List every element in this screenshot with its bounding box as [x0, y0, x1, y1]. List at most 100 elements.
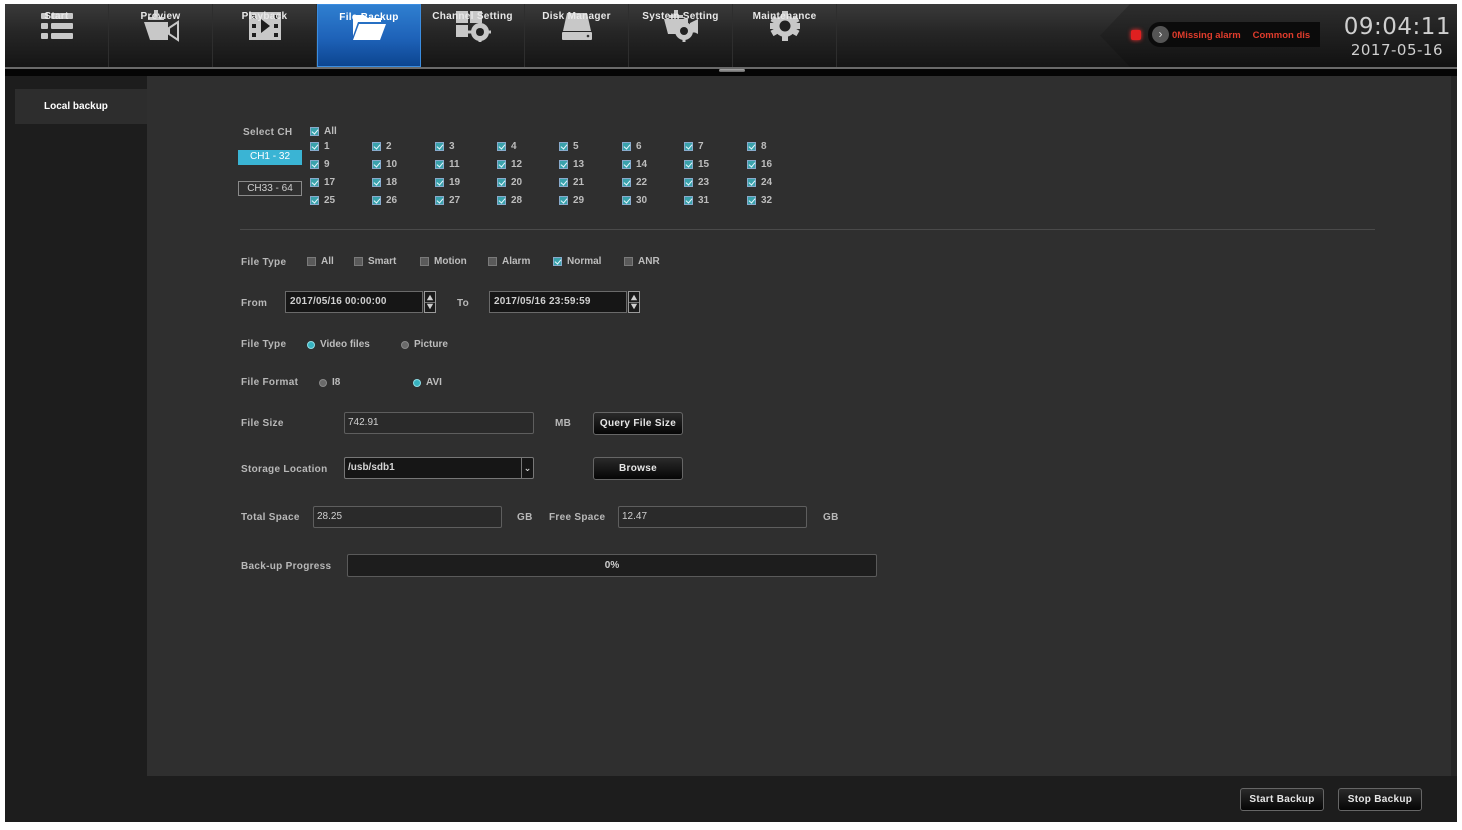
to-label: To: [457, 298, 470, 309]
total-space-label: Total Space: [241, 512, 300, 523]
channel-checkbox[interactable]: 24: [747, 177, 772, 188]
channel-checkbox[interactable]: 25: [310, 195, 335, 206]
start-backup-button[interactable]: Start Backup: [1240, 788, 1324, 811]
channel-checkbox[interactable]: 28: [497, 195, 522, 206]
radio-unselected-icon: [401, 340, 409, 349]
radio-unselected-icon: [319, 378, 327, 387]
chevron-right-icon[interactable]: ›: [1152, 26, 1169, 43]
arrow-down-icon[interactable]: [426, 303, 434, 310]
checkbox-checked-icon: [372, 160, 381, 169]
tab-ch33-64[interactable]: CH33 - 64: [238, 181, 302, 196]
chevron-down-icon[interactable]: ⌄: [521, 458, 533, 478]
checkbox-label: 25: [324, 195, 336, 206]
to-datetime-stepper[interactable]: [628, 291, 640, 313]
storage-location-select[interactable]: /usb/sdb1 ⌄: [344, 457, 534, 479]
checkbox-checked-icon: [310, 142, 319, 151]
channel-checkbox[interactable]: 4: [497, 141, 517, 152]
radio-video-files[interactable]: Video files: [307, 339, 370, 350]
clock-time: 09:04:11: [1343, 14, 1451, 40]
nav-preview[interactable]: Preview: [109, 4, 213, 67]
arrow-up-icon[interactable]: [426, 294, 434, 301]
channel-checkbox[interactable]: 18: [372, 177, 397, 188]
checkbox-checked-icon: [747, 178, 756, 187]
channel-checkbox[interactable]: 6: [622, 141, 642, 152]
channel-checkbox[interactable]: 17: [310, 177, 335, 188]
channel-checkbox[interactable]: 23: [684, 177, 709, 188]
channel-checkbox[interactable]: 31: [684, 195, 709, 206]
channel-checkbox[interactable]: 1: [310, 141, 330, 152]
channel-checkbox[interactable]: 16: [747, 159, 772, 170]
channel-checkbox[interactable]: 19: [435, 177, 460, 188]
channel-checkbox[interactable]: 30: [622, 195, 647, 206]
checkbox-label: 27: [449, 195, 461, 206]
nav-label: System Setting: [642, 11, 719, 22]
nav-label: Channel Setting: [432, 11, 513, 22]
radio-picture[interactable]: Picture: [401, 339, 448, 350]
checkbox-label: 11: [449, 159, 460, 170]
channel-checkbox[interactable]: 8: [747, 141, 767, 152]
radio-format-i8[interactable]: I8: [319, 377, 340, 388]
channel-checkbox[interactable]: 22: [622, 177, 647, 188]
nav-channel-setting[interactable]: Channel Setting: [421, 4, 525, 67]
channel-checkbox[interactable]: 5: [559, 141, 579, 152]
channel-checkbox[interactable]: 32: [747, 195, 772, 206]
nav-collapse-handle[interactable]: [719, 69, 745, 72]
backup-progress-label: Back-up Progress: [241, 561, 332, 572]
checkbox-label: 29: [573, 195, 585, 206]
channel-checkbox[interactable]: 9: [310, 159, 330, 170]
arrow-up-icon[interactable]: [630, 294, 638, 301]
file-type-all-checkbox[interactable]: All: [307, 256, 334, 267]
channel-checkbox[interactable]: 11: [435, 159, 460, 170]
channel-checkbox[interactable]: 2: [372, 141, 392, 152]
nav-disk-manager[interactable]: Disk Manager: [525, 4, 629, 67]
channel-checkbox[interactable]: 20: [497, 177, 522, 188]
checkbox-label: 2: [386, 141, 392, 152]
stop-backup-button[interactable]: Stop Backup: [1338, 788, 1422, 811]
channel-checkbox[interactable]: 14: [622, 159, 647, 170]
alarm-message[interactable]: 0Missing alarm Common dis: [1172, 30, 1318, 44]
file-type-alarm-checkbox[interactable]: Alarm: [488, 256, 530, 267]
file-type-motion-checkbox[interactable]: Motion: [420, 256, 467, 267]
nav-playback[interactable]: Playback: [213, 4, 317, 67]
checkbox-checked-icon: [372, 178, 381, 187]
channel-checkbox[interactable]: 12: [497, 159, 522, 170]
nav-system-setting[interactable]: System Setting: [629, 4, 733, 67]
radio-format-avi[interactable]: AVI: [413, 377, 442, 388]
channel-checkbox[interactable]: 7: [684, 141, 704, 152]
channel-checkbox[interactable]: 3: [435, 141, 455, 152]
nav-start[interactable]: Start: [5, 4, 109, 67]
radio-label: AVI: [426, 377, 442, 388]
channel-checkbox[interactable]: 15: [684, 159, 709, 170]
nav-label: Disk Manager: [542, 11, 611, 22]
channel-checkbox[interactable]: 10: [372, 159, 397, 170]
checkbox-label: 8: [761, 141, 767, 152]
checkbox-label: 14: [636, 159, 648, 170]
checkbox-checked-icon: [684, 160, 693, 169]
checkbox-checked-icon: [497, 196, 506, 205]
tab-ch1-32[interactable]: CH1 - 32: [238, 150, 302, 165]
channel-checkbox[interactable]: 29: [559, 195, 584, 206]
radio-label: I8: [332, 377, 341, 388]
channel-checkbox[interactable]: 13: [559, 159, 584, 170]
browse-button[interactable]: Browse: [593, 457, 683, 480]
checkbox-checked-icon: [310, 178, 319, 187]
file-type-anr-checkbox[interactable]: ANR: [624, 256, 660, 267]
from-datetime-input[interactable]: 2017/05/16 00:00:00: [285, 291, 423, 313]
from-datetime-stepper[interactable]: [424, 291, 436, 313]
file-type-smart-checkbox[interactable]: Smart: [354, 256, 396, 267]
nav-maintenance[interactable]: Maintenance: [733, 4, 837, 67]
alarm-light-icon: [1131, 30, 1141, 40]
stepper-divider: [629, 302, 639, 303]
channel-checkbox[interactable]: 21: [559, 177, 584, 188]
query-file-size-button[interactable]: Query File Size: [593, 412, 683, 435]
channel-checkbox[interactable]: 26: [372, 195, 397, 206]
channel-checkbox[interactable]: 27: [435, 195, 460, 206]
file-type-normal-checkbox[interactable]: Normal: [553, 256, 601, 267]
arrow-down-icon[interactable]: [630, 303, 638, 310]
sidebar-item-local-backup[interactable]: Local backup: [15, 89, 147, 124]
nav-file-backup[interactable]: File Backup: [317, 4, 421, 67]
channel-all-checkbox[interactable]: All: [310, 126, 337, 137]
to-datetime-input[interactable]: 2017/05/16 23:59:59: [489, 291, 627, 313]
checkbox-checked-icon: [747, 160, 756, 169]
checkbox-checked-icon: [684, 196, 693, 205]
